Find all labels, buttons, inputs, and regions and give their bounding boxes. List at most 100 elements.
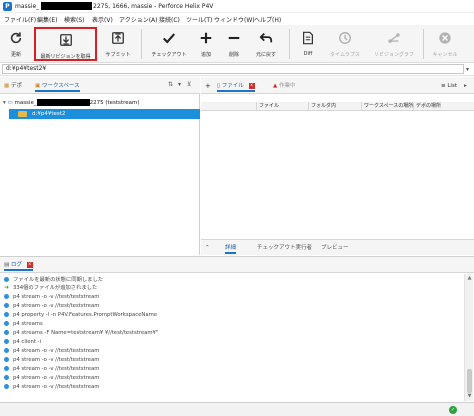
right-tabs: + ▯ ファイル x ▲ 作業中 ≡ List ▸ bbox=[201, 77, 474, 94]
delete-button[interactable]: 削除 bbox=[221, 27, 247, 61]
redaction-bar bbox=[41, 2, 92, 10]
window-title-prefix: massie_ bbox=[15, 3, 40, 10]
log-icon: ▤ bbox=[4, 262, 10, 268]
revision-graph-button[interactable]: リビジョングラフ bbox=[369, 27, 419, 61]
info-icon bbox=[4, 348, 9, 353]
tab-depot-label: デポ bbox=[10, 83, 22, 89]
menu-edit[interactable]: 編集(E) bbox=[37, 15, 57, 24]
submit-icon bbox=[112, 32, 124, 44]
toolbar-separator bbox=[423, 29, 424, 59]
scroll-thumb[interactable] bbox=[467, 369, 472, 393]
sort-icon[interactable]: ⇅ bbox=[168, 81, 173, 88]
log-text: 334個のファイルが追加されました bbox=[13, 285, 98, 291]
close-icon[interactable]: x bbox=[248, 82, 255, 89]
tab-workspace[interactable]: ▣ ワークスペース bbox=[35, 80, 80, 92]
menu-bar: ファイル(F) 編集(E) 検索(S) 表示(V) アクション(A) 接続(C)… bbox=[0, 13, 474, 25]
get-latest-label: 最新リビジョンを取得 bbox=[40, 54, 91, 60]
timelapse-label: タイムラプス bbox=[330, 52, 360, 58]
more-icon[interactable]: ▸ bbox=[464, 80, 467, 92]
dropdown-icon[interactable]: ▾ bbox=[178, 81, 181, 88]
tab-details[interactable]: 詳細 bbox=[225, 243, 237, 254]
log-scrollbar[interactable]: ▲ ▼ bbox=[464, 274, 473, 401]
log-text: p4 client -i bbox=[13, 339, 42, 345]
log-text: p4 stream -o -v //test/teststream bbox=[13, 303, 100, 309]
path-dropdown-icon[interactable]: ▾ bbox=[466, 66, 469, 73]
menu-help[interactable]: ヘルプ(H) bbox=[254, 15, 281, 24]
log-pane: ▤ ログ x ファイルを最新の状態に同期しました ➜ 334個のファイルが追加され… bbox=[0, 256, 474, 401]
workspace-name-prefix: massie_ bbox=[14, 100, 37, 106]
revert-button[interactable]: 元に戻す bbox=[249, 27, 283, 61]
menu-search[interactable]: 検索(S) bbox=[64, 15, 85, 24]
tab-preview[interactable]: プレビュー bbox=[321, 243, 349, 254]
connection-ok-icon: ✓ bbox=[449, 406, 457, 414]
left-pane: ▦ デポ ▣ ワークスペース ⇅ ▾ ⊻ ▾ ▭ massie_ 2275 (te… bbox=[0, 77, 200, 255]
submit-button[interactable]: サブミット bbox=[101, 27, 135, 61]
depot-icon: ▦ bbox=[4, 83, 10, 89]
folder-icon bbox=[18, 111, 27, 117]
log-text: ファイルを最新の状態に同期しました bbox=[13, 277, 104, 283]
cancel-button[interactable]: キャンセル bbox=[428, 27, 462, 61]
log-line: p4 stream -o -v //test/teststream bbox=[4, 374, 99, 382]
checkmark-icon bbox=[163, 33, 176, 44]
info-icon bbox=[4, 375, 9, 380]
timelapse-button[interactable]: タイムラプス bbox=[325, 27, 365, 61]
toolbar: 更新 最新リビジョンを取得 サブミット チェックアウト 追加 削除 元に戻す D… bbox=[0, 25, 474, 63]
column-depot-location[interactable]: デポの場所 bbox=[413, 102, 474, 111]
tab-workspace-label: ワークスペース bbox=[41, 83, 80, 89]
info-icon bbox=[4, 277, 9, 282]
info-icon bbox=[4, 384, 9, 389]
collapse-icon[interactable]: ▾ bbox=[3, 100, 6, 106]
collapse-icon[interactable]: ⌃ bbox=[205, 243, 210, 254]
workspace-root[interactable]: ▾ ▭ massie_ 2275 (teststream) bbox=[0, 98, 200, 108]
column-folder[interactable]: フォルダ内 bbox=[308, 102, 361, 111]
info-icon bbox=[4, 303, 9, 308]
menu-view[interactable]: 表示(V) bbox=[92, 15, 113, 24]
toolbar-separator bbox=[141, 29, 142, 59]
add-tab-icon[interactable]: + bbox=[205, 80, 211, 92]
log-line: ファイルを最新の状態に同期しました bbox=[4, 276, 103, 284]
diff-icon bbox=[303, 31, 313, 45]
menu-tools[interactable]: ツール(T) bbox=[186, 15, 212, 24]
scroll-up-icon[interactable]: ▲ bbox=[466, 275, 473, 281]
menu-window[interactable]: ウィンドウ(W) bbox=[214, 15, 255, 24]
delete-label: 削除 bbox=[228, 52, 239, 58]
log-text: p4 streams bbox=[13, 321, 43, 327]
tab-log[interactable]: ▤ ログ x bbox=[4, 260, 33, 271]
toolbar-separator bbox=[289, 29, 290, 59]
log-line: p4 property -l -n P4V.Features.PromptWor… bbox=[4, 311, 157, 319]
arrow-icon: ➜ bbox=[4, 284, 10, 291]
menu-action[interactable]: アクション(A) bbox=[119, 15, 158, 24]
tab-depot[interactable]: ▦ デポ bbox=[4, 80, 22, 92]
tab-files[interactable]: ▯ ファイル x bbox=[217, 80, 255, 92]
close-icon[interactable]: x bbox=[26, 261, 33, 268]
path-input[interactable]: d:¥p4¥test2¥ bbox=[2, 64, 464, 74]
revision-graph-icon bbox=[388, 33, 400, 43]
revert-label: 元に戻す bbox=[255, 52, 276, 58]
diff-label: Diff bbox=[303, 51, 313, 57]
column-file[interactable]: ファイル bbox=[256, 102, 308, 111]
tab-pending[interactable]: ▲ 作業中 bbox=[273, 80, 296, 92]
column-workspace-location[interactable]: ワークスペースの場所 bbox=[361, 102, 413, 111]
tab-checked-out-by[interactable]: チェックアウト実行者 bbox=[257, 243, 312, 254]
status-bar: ✓ bbox=[0, 402, 474, 416]
log-line: p4 stream -o -v //test/teststream bbox=[4, 356, 99, 364]
list-view-toggle[interactable]: ≡ List bbox=[441, 80, 457, 92]
get-latest-button[interactable]: 最新リビジョンを取得 bbox=[34, 27, 97, 61]
diff-button[interactable]: Diff bbox=[294, 27, 322, 61]
right-pane: + ▯ ファイル x ▲ 作業中 ≡ List ▸ ファイル フォルダ内 ワーク… bbox=[201, 77, 474, 255]
log-line: ➜ 334個のファイルが追加されました bbox=[4, 284, 97, 292]
scroll-down-icon[interactable]: ▼ bbox=[466, 393, 473, 399]
refresh-button[interactable]: 更新 bbox=[2, 27, 30, 61]
tab-pending-label: 作業中 bbox=[278, 83, 296, 89]
path-bar: d:¥p4¥test2¥ ▾ bbox=[0, 63, 474, 76]
checkout-button[interactable]: チェックアウト bbox=[148, 27, 190, 61]
checkout-label: チェックアウト bbox=[151, 52, 187, 58]
detail-tabs: ⌃ 詳細 チェックアウト実行者 プレビュー bbox=[201, 239, 474, 255]
filter-icon[interactable]: ⊻ bbox=[187, 81, 191, 88]
add-button[interactable]: 追加 bbox=[193, 27, 219, 61]
menu-connect[interactable]: 接続(C) bbox=[159, 15, 180, 24]
selected-folder-row[interactable]: d:¥p4¥test2 bbox=[9, 109, 200, 119]
log-text: p4 stream -o -v //test/teststream bbox=[13, 375, 100, 381]
menu-file[interactable]: ファイル(F) bbox=[4, 15, 36, 24]
log-line: p4 client -i bbox=[4, 338, 41, 346]
